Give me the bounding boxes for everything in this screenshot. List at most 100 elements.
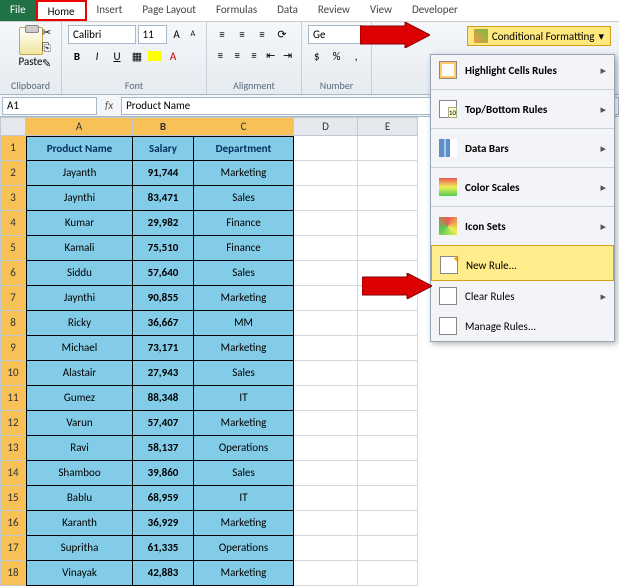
cell[interactable]: Gumez [26,386,133,411]
row-header[interactable]: 11 [0,386,26,411]
cell[interactable]: Kamali [26,236,133,261]
menu-top-bottom[interactable]: Top/Bottom Rules ▸ [431,89,614,124]
cell[interactable]: Supritha [26,536,133,561]
indent-dec-icon[interactable]: ⇤ [263,46,278,64]
col-header-c[interactable]: C [194,117,294,136]
cell[interactable] [294,486,358,511]
align-center-icon[interactable]: ≡ [230,46,245,64]
cell[interactable]: Sales [194,461,294,486]
name-box[interactable]: A1 [2,97,97,115]
border-button[interactable]: ▦ [128,47,146,65]
cell[interactable] [294,511,358,536]
cell[interactable]: Michael [26,336,133,361]
cell[interactable] [358,486,418,511]
menu-highlight-cells[interactable]: Highlight Cells Rules ▸ [431,55,614,85]
cell[interactable] [294,186,358,211]
cell[interactable]: Marketing [194,511,294,536]
italic-button[interactable]: I [88,47,106,65]
cell[interactable]: IT [194,486,294,511]
col-header-e[interactable]: E [358,117,418,136]
cell[interactable]: Ravi [26,436,133,461]
cell[interactable]: 36,929 [133,511,194,536]
cell[interactable] [358,311,418,336]
row-header[interactable]: 14 [0,461,26,486]
conditional-formatting-button[interactable]: Conditional Formatting ▾ [467,26,611,46]
align-mid-icon[interactable]: ≡ [233,25,251,43]
cell[interactable] [294,311,358,336]
cell[interactable]: Bablu [26,486,133,511]
tab-data[interactable]: Data [267,0,308,21]
cell[interactable]: Finance [194,236,294,261]
cell[interactable]: 75,510 [133,236,194,261]
cell[interactable]: Jaynthi [26,286,133,311]
menu-icon-sets[interactable]: Icon Sets ▸ [431,206,614,241]
cell[interactable]: 29,982 [133,211,194,236]
row-header[interactable]: 16 [0,511,26,536]
copy-icon[interactable]: ⎘ [42,41,51,55]
row-header[interactable]: 2 [0,161,26,186]
cell[interactable]: Marketing [194,161,294,186]
orientation-icon[interactable]: ⟳ [273,25,291,43]
row-header[interactable]: 6 [0,261,26,286]
cell[interactable]: Jaynthi [26,186,133,211]
row-header[interactable]: 12 [0,411,26,436]
align-left-icon[interactable]: ≡ [213,46,228,64]
font-size-combo[interactable]: 11 [138,25,168,44]
menu-clear-rules[interactable]: Clear Rules ▸ [431,281,614,311]
col-header-a[interactable]: A [26,117,133,136]
tab-developer[interactable]: Developer [402,0,468,21]
cell[interactable] [294,336,358,361]
cell[interactable]: MM [194,311,294,336]
grow-font-icon[interactable]: A [169,25,183,43]
row-header[interactable]: 5 [0,236,26,261]
row-header[interactable]: 4 [0,211,26,236]
cell[interactable]: 68,959 [133,486,194,511]
cell[interactable] [294,286,358,311]
cell[interactable] [294,261,358,286]
row-header[interactable]: 15 [0,486,26,511]
row-header[interactable]: 17 [0,536,26,561]
cell[interactable] [294,561,358,586]
cell[interactable]: 90,855 [133,286,194,311]
number-format-combo[interactable]: Ge [308,25,363,44]
cell[interactable]: 57,407 [133,411,194,436]
menu-manage-rules[interactable]: Manage Rules... [431,311,614,341]
cell[interactable] [358,461,418,486]
col-header-b[interactable]: B [133,117,194,136]
cell[interactable]: 58,137 [133,436,194,461]
percent-icon[interactable]: % [328,47,346,65]
cell[interactable]: Varun [26,411,133,436]
cell[interactable] [294,536,358,561]
cell[interactable] [358,336,418,361]
row-header[interactable]: 1 [0,136,26,161]
fill-color-button[interactable] [148,51,162,61]
cell[interactable] [358,411,418,436]
cell[interactable]: IT [194,386,294,411]
shrink-font-icon[interactable]: A [186,25,200,43]
cell[interactable] [294,411,358,436]
cell[interactable] [294,136,358,161]
cell[interactable] [294,386,358,411]
row-header[interactable]: 3 [0,186,26,211]
cell[interactable]: Marketing [194,286,294,311]
cell[interactable] [294,211,358,236]
cell[interactable]: Ricky [26,311,133,336]
row-header[interactable]: 7 [0,286,26,311]
row-header[interactable]: 8 [0,311,26,336]
cell[interactable] [358,536,418,561]
cell[interactable] [358,236,418,261]
cell[interactable]: 36,667 [133,311,194,336]
row-header[interactable]: 13 [0,436,26,461]
cell[interactable] [294,436,358,461]
cell[interactable] [358,436,418,461]
comma-icon[interactable]: , [347,47,365,65]
align-top-icon[interactable]: ≡ [213,25,231,43]
currency-icon[interactable]: $ [308,47,326,65]
cell[interactable]: Karanth [26,511,133,536]
cell[interactable]: Shamboo [26,461,133,486]
format-painter-icon[interactable]: ✎ [42,57,51,70]
col-header-d[interactable]: D [294,117,358,136]
cell[interactable]: Operations [194,436,294,461]
cell[interactable] [358,186,418,211]
indent-inc-icon[interactable]: ⇥ [280,46,295,64]
